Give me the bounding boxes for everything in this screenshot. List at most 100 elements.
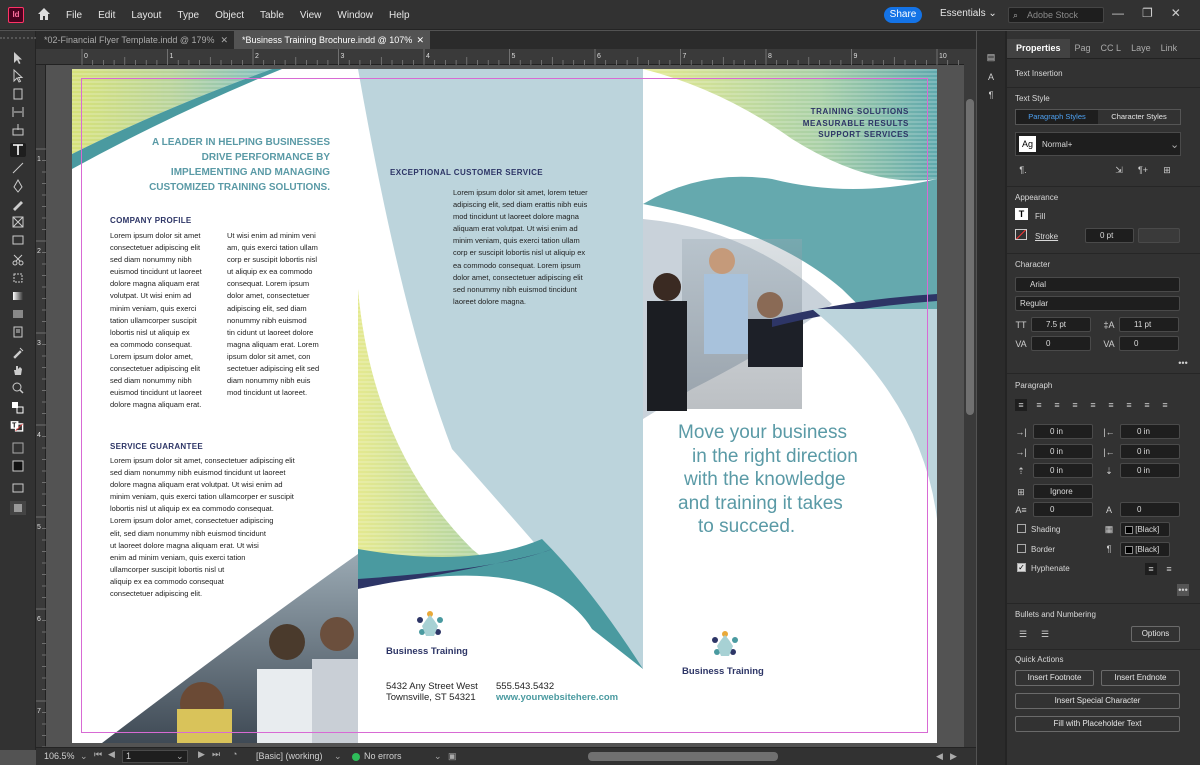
menu-type[interactable]: Type (169, 10, 207, 21)
default-fill-stroke-icon[interactable] (10, 401, 26, 415)
previous-page-icon[interactable]: ◀ (108, 749, 118, 760)
type-tool-icon[interactable] (10, 143, 26, 157)
vertical-ruler[interactable]: 1 2 3 4 5 6 7 (36, 65, 46, 748)
tagline[interactable]: Move your business in the right direction… (678, 421, 928, 539)
character-styles-icon[interactable]: A (985, 71, 997, 83)
style-status[interactable]: [Basic] (working) (256, 751, 323, 761)
minimize-icon[interactable]: — (1112, 6, 1124, 20)
customer-service-body[interactable]: Lorem ipsum dolor sit amet, lorem tetuer… (453, 187, 623, 308)
menu-window[interactable]: Window (329, 10, 381, 21)
line-tool-icon[interactable] (10, 161, 26, 175)
align-to-grid-dropdown[interactable]: Ignore (1033, 484, 1093, 499)
justify-left-icon[interactable]: ≡ (1069, 399, 1081, 411)
tracking-field[interactable]: 0 (1119, 336, 1179, 351)
share-button[interactable]: Share (884, 7, 922, 23)
open-page-icon[interactable]: ◔ (232, 749, 237, 759)
more-paragraph-options-icon[interactable]: ••• (1177, 584, 1189, 596)
stroke-label[interactable]: Stroke (1035, 232, 1058, 241)
fill-stroke-swatch-icon[interactable]: T (7, 419, 27, 433)
zoom-level[interactable]: 106.5% (44, 751, 75, 761)
page-tool-icon[interactable] (10, 87, 26, 101)
close-tab-icon[interactable]: ✕ (416, 31, 424, 49)
rectangle-frame-tool-icon[interactable] (10, 215, 26, 229)
preflight-errors[interactable]: No errors (364, 751, 402, 761)
insert-special-character-button[interactable]: Insert Special Character (1015, 693, 1180, 709)
menu-object[interactable]: Object (207, 10, 252, 21)
brochure-spread[interactable]: A LEADER IN HELPING BUSINESSES DRIVE PERF… (72, 69, 937, 743)
hyphenate-checkbox[interactable]: ✓ (1017, 563, 1026, 572)
customer-service-heading[interactable]: EXCEPTIONAL CUSTOMER SERVICE (390, 168, 543, 177)
paragraph-composer-icon[interactable]: ≡ (1163, 563, 1175, 575)
gap-tool-icon[interactable] (10, 105, 26, 119)
menu-help[interactable]: Help (381, 10, 418, 21)
stroke-swatch-icon[interactable] (1015, 229, 1027, 240)
formatting-affects-container-icon[interactable] (10, 441, 26, 455)
align-spine-icon[interactable]: ≡ (1141, 399, 1153, 411)
character-styles-tab[interactable]: Character Styles (1098, 110, 1180, 124)
address-block[interactable]: 5432 Any Street West Townsville, ST 5432… (386, 681, 478, 703)
paragraph-style-dropdown[interactable]: Ag Normal+ ⌄ (1015, 132, 1181, 156)
page-dropdown-icon[interactable]: ⌄ (176, 751, 184, 762)
next-page-icon[interactable]: ▶ (198, 749, 205, 760)
tab-business-training[interactable]: *Business Training Brochure.indd @ 107% ✕ (234, 31, 430, 49)
fill-placeholder-text-button[interactable]: Fill with Placeholder Text (1015, 716, 1180, 732)
scissors-tool-icon[interactable] (10, 253, 26, 267)
right-indent-field[interactable]: 0 in (1120, 424, 1180, 439)
font-style-dropdown[interactable]: Regular (1015, 296, 1180, 311)
adobe-stock-search-input[interactable]: ⌕ Adobe Stock (1008, 7, 1104, 23)
vertical-scrollbar[interactable] (964, 49, 976, 747)
note-tool-icon[interactable] (10, 325, 26, 339)
home-icon[interactable] (36, 6, 52, 22)
scroll-right-icon[interactable]: ▶ (950, 751, 957, 762)
close-tab-icon[interactable]: ✕ (220, 31, 228, 49)
insert-endnote-button[interactable]: Insert Endnote (1101, 670, 1180, 686)
services-list[interactable]: TRAINING SOLUTIONS MEASURABLE RESULTS SUPP… (772, 106, 909, 141)
apply-color-icon[interactable] (10, 459, 26, 473)
scroll-thumb[interactable] (966, 99, 974, 415)
last-line-indent-field[interactable]: 0 in (1120, 444, 1180, 459)
zoom-dropdown-icon[interactable]: ⌄ (80, 751, 90, 762)
shading-color-dropdown[interactable]: [Black] (1120, 522, 1170, 537)
menu-view[interactable]: View (292, 10, 330, 21)
rectangle-tool-icon[interactable] (10, 233, 26, 247)
justify-all-icon[interactable]: ≡ (1123, 399, 1135, 411)
company-profile-column2[interactable]: Ut wisi enim ad minim veni am, quis exerc… (227, 230, 337, 399)
toolbox-grip[interactable] (0, 37, 36, 43)
horizontal-scroll-thumb[interactable] (588, 752, 778, 761)
gradient-swatch-tool-icon[interactable] (10, 289, 26, 303)
close-icon[interactable]: ✕ (1171, 6, 1181, 20)
shading-swatch-icon[interactable]: ▦ (1103, 523, 1115, 535)
align-away-spine-icon[interactable]: ≡ (1159, 399, 1171, 411)
eyedropper-tool-icon[interactable] (10, 345, 26, 359)
pen-tool-icon[interactable] (10, 179, 26, 193)
new-style-icon[interactable]: ¶+ (1137, 164, 1149, 176)
space-before-field[interactable]: 0 in (1033, 463, 1093, 478)
pages-panel-icon[interactable]: ▤ (985, 51, 997, 63)
paragraph-styles-icon[interactable]: ¶ (985, 89, 997, 101)
hand-tool-icon[interactable] (10, 363, 26, 377)
bullets-options-button[interactable]: Options (1131, 626, 1180, 642)
first-line-indent-field[interactable]: 0 in (1033, 444, 1093, 459)
border-checkbox[interactable] (1017, 544, 1026, 553)
kerning-field[interactable]: 0 (1031, 336, 1091, 351)
fill-swatch-icon[interactable]: T (1015, 208, 1028, 220)
leading-field[interactable]: 11 pt (1119, 317, 1179, 332)
style-dropdown-icon[interactable]: ⌄ (334, 751, 342, 762)
first-page-icon[interactable]: ⏮ (94, 749, 108, 760)
selection-tool-icon[interactable] (10, 51, 26, 65)
panel2-company-name[interactable]: Business Training (386, 646, 468, 657)
preview-mode-icon[interactable] (10, 501, 26, 515)
add-style-icon[interactable]: ⊞ (1161, 164, 1173, 176)
direct-selection-tool-icon[interactable] (10, 69, 26, 83)
font-family-dropdown[interactable]: Arial (1015, 277, 1180, 292)
pasteboard[interactable]: A LEADER IN HELPING BUSINESSES DRIVE PERF… (46, 65, 964, 747)
preflight-dropdown-icon[interactable]: ⌄ (434, 751, 442, 762)
left-indent-field[interactable]: 0 in (1033, 424, 1093, 439)
pencil-tool-icon[interactable] (10, 197, 26, 211)
menu-file[interactable]: File (58, 10, 90, 21)
bulleted-list-icon[interactable]: ☰ (1017, 628, 1029, 640)
single-line-composer-icon[interactable]: ≡ (1145, 563, 1157, 575)
gradient-feather-tool-icon[interactable] (10, 307, 26, 321)
company-profile-heading[interactable]: COMPANY PROFILE (110, 216, 192, 225)
drop-cap-chars-field[interactable]: 0 (1120, 502, 1180, 517)
